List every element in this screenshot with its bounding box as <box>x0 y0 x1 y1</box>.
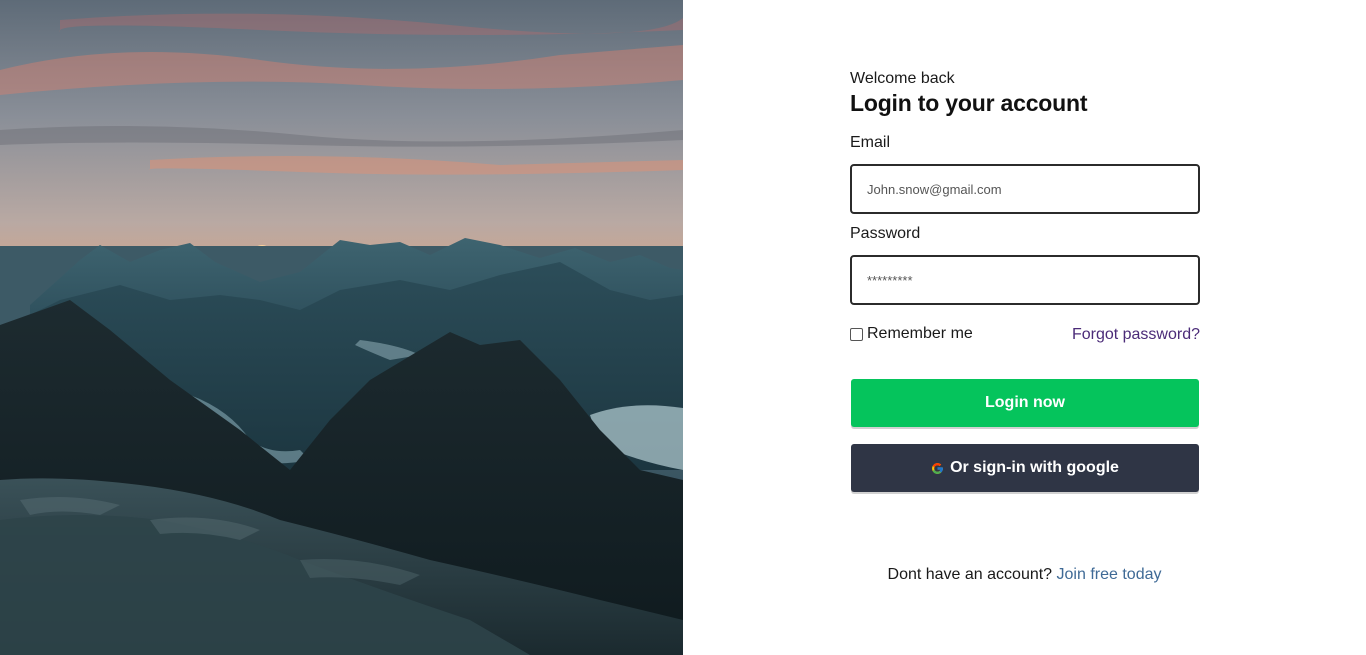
forgot-password-link[interactable]: Forgot password? <box>1072 326 1200 344</box>
page-title: Login to your account <box>850 90 1088 116</box>
welcome-text: Welcome back <box>850 70 955 87</box>
password-label: Password <box>850 225 921 242</box>
signup-prompt-text: Dont have an account? <box>887 566 1053 583</box>
email-label: Email <box>850 134 891 151</box>
remember-me-checkbox[interactable] <box>850 327 863 341</box>
mountain-landscape-illustration <box>0 0 683 655</box>
signup-link[interactable]: Join free today <box>1057 566 1162 583</box>
password-field[interactable] <box>850 255 1200 305</box>
google-signin-button[interactable]: Or sign-in with google <box>851 444 1199 492</box>
login-button-label: Login now <box>985 394 1065 411</box>
login-button[interactable]: Login now <box>851 379 1199 427</box>
login-panel: Welcome back Login to your account Email… <box>683 0 1366 655</box>
remember-me-label: Remember me <box>867 325 973 342</box>
hero-image <box>0 0 683 655</box>
email-field[interactable] <box>850 164 1200 214</box>
remember-me: Remember me <box>850 325 973 343</box>
google-signin-label: Or sign-in with google <box>950 459 1119 476</box>
google-g-icon <box>932 462 943 474</box>
signup-prompt: Dont have an account? Join free today <box>683 566 1366 584</box>
